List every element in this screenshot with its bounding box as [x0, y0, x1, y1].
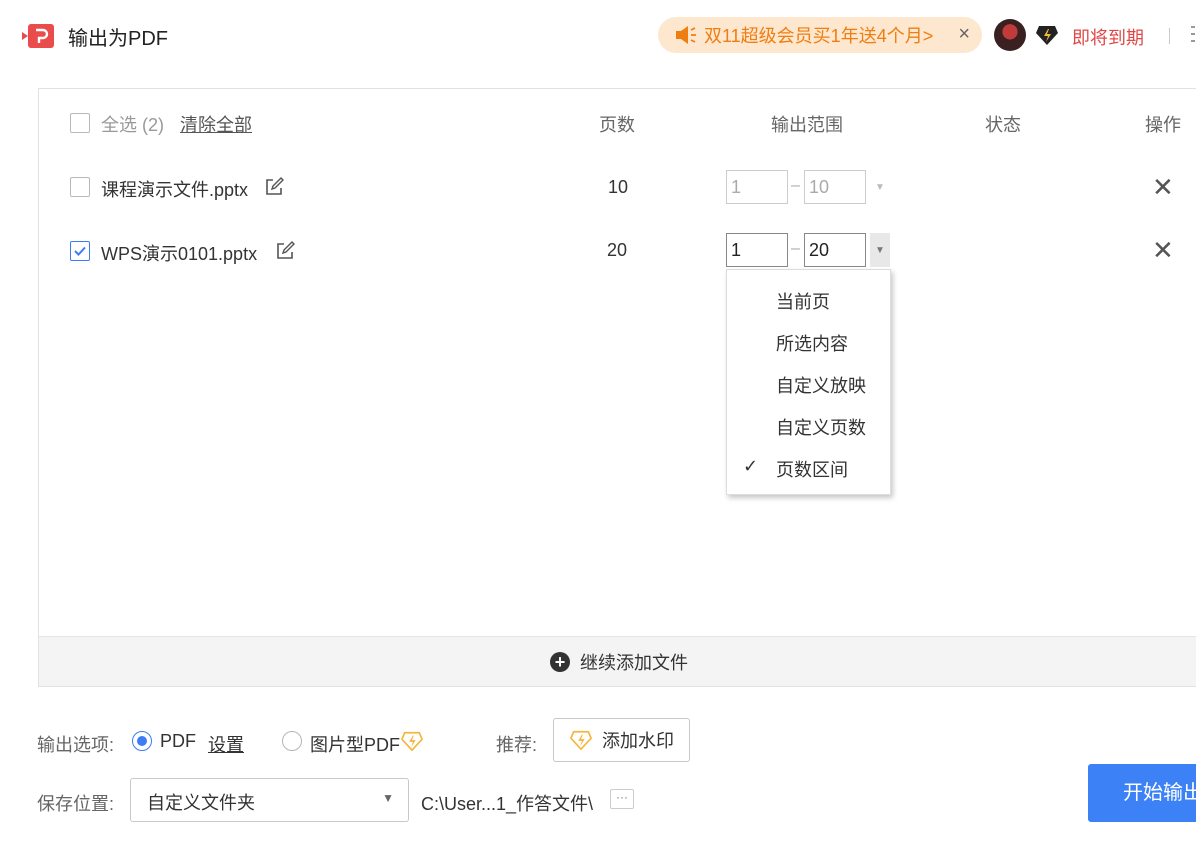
expire-text[interactable]: 即将到期 — [1072, 24, 1144, 50]
page-count: 20 — [607, 240, 628, 260]
menu-item-page-range[interactable]: 页数区间 — [776, 456, 848, 482]
add-watermark-label: 添加水印 — [602, 731, 674, 751]
range-dropdown-menu: 当前页 所选内容 自定义放映 自定义页数 ✓ 页数区间 — [726, 269, 891, 495]
row-checkbox[interactable] — [70, 241, 90, 261]
add-watermark-button[interactable]: 添加水印 — [553, 718, 690, 762]
vip-lightning-icon — [401, 731, 423, 752]
divider — [1169, 28, 1170, 44]
row-checkbox[interactable] — [70, 177, 90, 197]
range-to-input[interactable]: 20 — [804, 233, 866, 267]
close-icon[interactable]: × — [958, 23, 970, 46]
vip-badge-icon — [1036, 26, 1058, 45]
promo-text: 双11超级会员买1年送4个月> — [704, 26, 934, 46]
settings-link[interactable]: 设置 — [208, 731, 244, 757]
range-from-input[interactable]: 1 — [726, 233, 788, 267]
menu-item-selection[interactable]: 所选内容 — [776, 330, 848, 356]
start-export-button[interactable]: 开始输出 — [1088, 764, 1196, 822]
vip-lightning-icon — [570, 730, 592, 751]
menu-item-custom-show[interactable]: 自定义放映 — [776, 372, 866, 398]
delete-row-button[interactable]: ✕ — [1152, 172, 1174, 203]
column-header-pages: 页数 — [599, 115, 635, 135]
column-header-range: 输出范围 — [771, 115, 843, 135]
range-dropdown-toggle[interactable]: ▼ — [870, 233, 890, 267]
wps-pdf-icon — [22, 24, 54, 48]
select-all-label: 全选 (2) — [101, 115, 164, 135]
menu-item-current-page[interactable]: 当前页 — [776, 288, 830, 314]
column-header-status: 状态 — [985, 115, 1021, 135]
range-dropdown-toggle[interactable]: ▼ — [870, 170, 890, 204]
more-menu-icon[interactable] — [1191, 26, 1195, 44]
page-count: 10 — [608, 177, 629, 197]
save-location-label: 保存位置: — [37, 794, 115, 814]
delete-row-button[interactable]: ✕ — [1152, 235, 1174, 266]
chevron-down-icon: ▼ — [382, 791, 394, 805]
add-circle-icon: + — [550, 651, 570, 672]
save-location-value: 自定义文件夹 — [147, 793, 255, 813]
range-from-input[interactable]: 1 — [726, 170, 788, 204]
clear-all-link[interactable]: 清除全部 — [180, 111, 252, 137]
avatar[interactable] — [994, 19, 1026, 51]
file-name: WPS演示0101.pptx — [101, 244, 258, 264]
check-icon: ✓ — [743, 456, 759, 476]
window-title: 输出为PDF — [68, 28, 168, 50]
check-icon — [74, 246, 86, 256]
add-files-label: 继续添加文件 — [580, 652, 688, 673]
rename-icon[interactable] — [264, 177, 284, 197]
radio-pdf[interactable] — [132, 731, 152, 751]
column-header-action: 操作 — [1145, 115, 1181, 135]
promo-banner[interactable]: 双11超级会员买1年送4个月> × — [658, 17, 982, 53]
save-location-select[interactable]: 自定义文件夹 ▼ — [130, 778, 409, 822]
radio-image-pdf[interactable] — [282, 731, 302, 751]
add-files-button[interactable]: + 继续添加文件 — [39, 636, 1196, 686]
save-path: C:\User...1_作答文件\ — [421, 794, 594, 814]
recommend-label: 推荐: — [496, 735, 538, 755]
menu-item-custom-pages[interactable]: 自定义页数 — [776, 414, 866, 440]
select-all-checkbox[interactable] — [70, 113, 90, 133]
range-separator: – — [791, 177, 800, 194]
output-options-label: 输出选项: — [37, 735, 115, 755]
image-pdf-option-label: 图片型PDF — [310, 735, 400, 755]
rename-icon[interactable] — [275, 241, 295, 261]
range-to-input[interactable]: 10 — [804, 170, 866, 204]
speaker-icon — [676, 26, 696, 44]
file-name: 课程演示文件.pptx — [101, 180, 249, 200]
browse-button[interactable]: ··· — [610, 789, 634, 809]
range-separator: – — [791, 240, 800, 257]
pdf-option-label: PDF — [160, 731, 196, 751]
